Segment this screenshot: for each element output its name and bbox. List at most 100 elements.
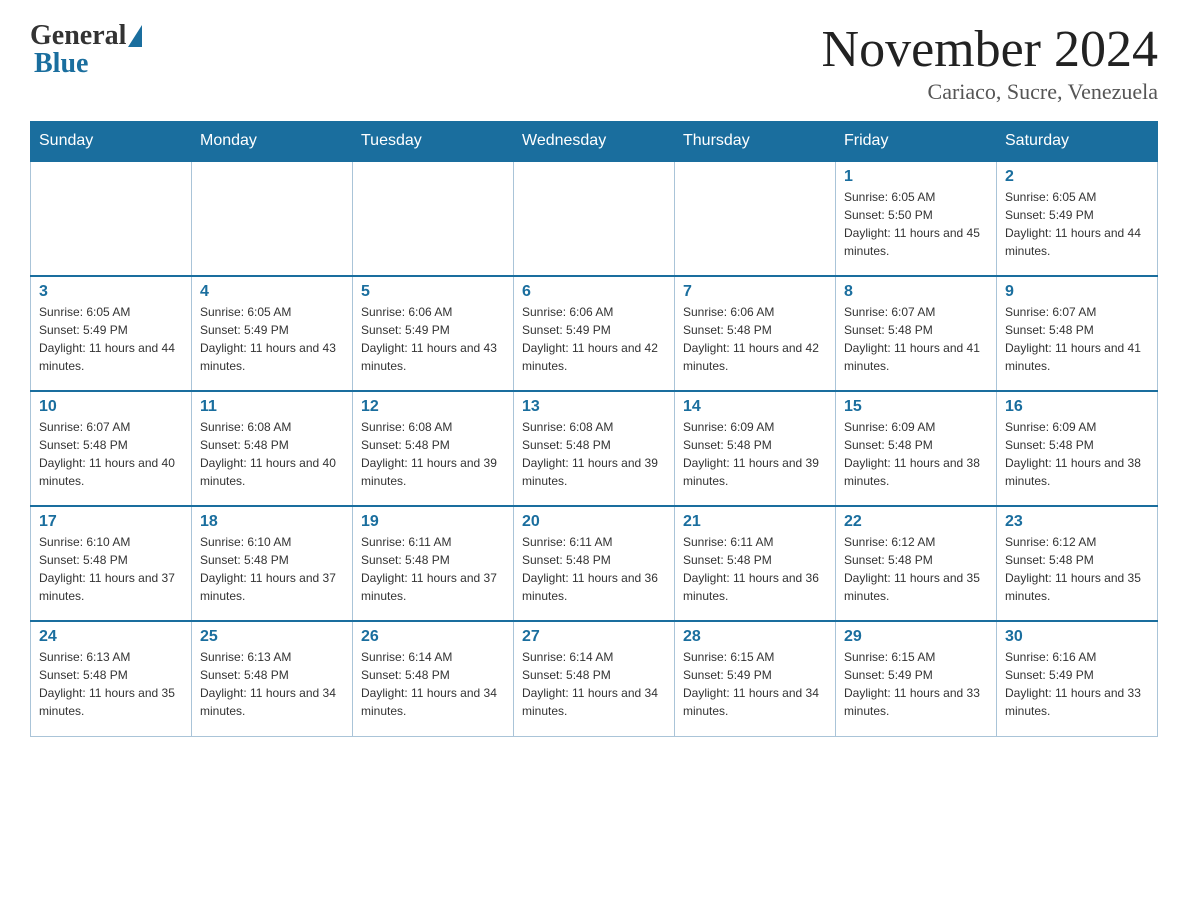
calendar-cell: 15Sunrise: 6:09 AM Sunset: 5:48 PM Dayli…: [836, 391, 997, 506]
day-info: Sunrise: 6:16 AM Sunset: 5:49 PM Dayligh…: [1005, 648, 1149, 720]
day-number: 16: [1005, 398, 1149, 416]
header-day-friday: Friday: [836, 122, 997, 162]
day-info: Sunrise: 6:06 AM Sunset: 5:49 PM Dayligh…: [522, 303, 666, 375]
day-number: 26: [361, 628, 505, 646]
calendar-cell: 7 Sunrise: 6:06 AM Sunset: 5:48 PM Daylig…: [675, 276, 836, 391]
day-info: Sunrise: 6:13 AM Sunset: 5:48 PM Dayligh…: [200, 648, 344, 720]
calendar-cell: [514, 161, 675, 276]
calendar-cell: 23Sunrise: 6:12 AM Sunset: 5:48 PM Dayli…: [997, 506, 1158, 621]
day-number: 7: [683, 283, 827, 301]
day-info: Sunrise: 6:14 AM Sunset: 5:48 PM Dayligh…: [361, 648, 505, 720]
day-number: 4: [200, 283, 344, 301]
day-info: Sunrise: 6:10 AM Sunset: 5:48 PM Dayligh…: [39, 533, 183, 605]
calendar-cell: 19Sunrise: 6:11 AM Sunset: 5:48 PM Dayli…: [353, 506, 514, 621]
calendar-cell: 14 Sunrise: 6:09 AM Sunset: 5:48 PM Dayli…: [675, 391, 836, 506]
day-number: 24: [39, 628, 183, 646]
calendar-cell: 18 Sunrise: 6:10 AM Sunset: 5:48 PM Dayli…: [192, 506, 353, 621]
calendar-table: SundayMondayTuesdayWednesdayThursdayFrid…: [30, 121, 1158, 737]
header-row: SundayMondayTuesdayWednesdayThursdayFrid…: [31, 122, 1158, 162]
week-row-1: 1 Sunrise: 6:05 AM Sunset: 5:50 PM Daylig…: [31, 161, 1158, 276]
header-day-monday: Monday: [192, 122, 353, 162]
calendar-cell: 1 Sunrise: 6:05 AM Sunset: 5:50 PM Daylig…: [836, 161, 997, 276]
day-number: 1: [844, 168, 988, 186]
day-number: 23: [1005, 513, 1149, 531]
day-info: Sunrise: 6:05 AM Sunset: 5:50 PM Dayligh…: [844, 188, 988, 260]
day-number: 29: [844, 628, 988, 646]
week-row-2: 3 Sunrise: 6:05 AM Sunset: 5:49 PM Daylig…: [31, 276, 1158, 391]
calendar-body: 1 Sunrise: 6:05 AM Sunset: 5:50 PM Daylig…: [31, 161, 1158, 736]
week-row-3: 10 Sunrise: 6:07 AM Sunset: 5:48 PM Dayli…: [31, 391, 1158, 506]
day-number: 8: [844, 283, 988, 301]
day-info: Sunrise: 6:15 AM Sunset: 5:49 PM Dayligh…: [683, 648, 827, 720]
day-number: 6: [522, 283, 666, 301]
calendar-header: SundayMondayTuesdayWednesdayThursdayFrid…: [31, 122, 1158, 162]
day-info: Sunrise: 6:07 AM Sunset: 5:48 PM Dayligh…: [1005, 303, 1149, 375]
day-info: Sunrise: 6:07 AM Sunset: 5:48 PM Dayligh…: [39, 418, 183, 490]
day-number: 28: [683, 628, 827, 646]
day-number: 3: [39, 283, 183, 301]
calendar-cell: 28 Sunrise: 6:15 AM Sunset: 5:49 PM Dayli…: [675, 621, 836, 736]
calendar-cell: 30 Sunrise: 6:16 AM Sunset: 5:49 PM Dayli…: [997, 621, 1158, 736]
day-info: Sunrise: 6:15 AM Sunset: 5:49 PM Dayligh…: [844, 648, 988, 720]
day-number: 30: [1005, 628, 1149, 646]
day-info: Sunrise: 6:12 AM Sunset: 5:48 PM Dayligh…: [844, 533, 988, 605]
header-day-wednesday: Wednesday: [514, 122, 675, 162]
week-row-5: 24 Sunrise: 6:13 AM Sunset: 5:48 PM Dayli…: [31, 621, 1158, 736]
header-day-tuesday: Tuesday: [353, 122, 514, 162]
calendar-cell: [31, 161, 192, 276]
calendar-cell: 4Sunrise: 6:05 AM Sunset: 5:49 PM Daylig…: [192, 276, 353, 391]
month-title: November 2024: [822, 20, 1158, 79]
day-info: Sunrise: 6:14 AM Sunset: 5:48 PM Dayligh…: [522, 648, 666, 720]
calendar-cell: 24Sunrise: 6:13 AM Sunset: 5:48 PM Dayli…: [31, 621, 192, 736]
page-header: General Blue November 2024 Cariaco, Sucr…: [30, 20, 1158, 105]
calendar-cell: 21 Sunrise: 6:11 AM Sunset: 5:48 PM Dayli…: [675, 506, 836, 621]
day-number: 14: [683, 398, 827, 416]
location: Cariaco, Sucre, Venezuela: [822, 79, 1158, 105]
day-number: 19: [361, 513, 505, 531]
calendar-cell: 6 Sunrise: 6:06 AM Sunset: 5:49 PM Daylig…: [514, 276, 675, 391]
day-info: Sunrise: 6:09 AM Sunset: 5:48 PM Dayligh…: [683, 418, 827, 490]
day-number: 18: [200, 513, 344, 531]
logo: General Blue: [30, 20, 142, 80]
day-info: Sunrise: 6:08 AM Sunset: 5:48 PM Dayligh…: [522, 418, 666, 490]
header-day-thursday: Thursday: [675, 122, 836, 162]
header-day-saturday: Saturday: [997, 122, 1158, 162]
logo-blue-text: Blue: [30, 48, 88, 80]
calendar-cell: 5 Sunrise: 6:06 AM Sunset: 5:49 PM Daylig…: [353, 276, 514, 391]
calendar-cell: 20 Sunrise: 6:11 AM Sunset: 5:48 PM Dayli…: [514, 506, 675, 621]
day-info: Sunrise: 6:09 AM Sunset: 5:48 PM Dayligh…: [1005, 418, 1149, 490]
calendar-cell: 29 Sunrise: 6:15 AM Sunset: 5:49 PM Dayli…: [836, 621, 997, 736]
day-number: 13: [522, 398, 666, 416]
day-info: Sunrise: 6:07 AM Sunset: 5:48 PM Dayligh…: [844, 303, 988, 375]
calendar-cell: 17 Sunrise: 6:10 AM Sunset: 5:48 PM Dayli…: [31, 506, 192, 621]
day-info: Sunrise: 6:06 AM Sunset: 5:48 PM Dayligh…: [683, 303, 827, 375]
day-number: 10: [39, 398, 183, 416]
day-info: Sunrise: 6:08 AM Sunset: 5:48 PM Dayligh…: [361, 418, 505, 490]
calendar-cell: 22 Sunrise: 6:12 AM Sunset: 5:48 PM Dayli…: [836, 506, 997, 621]
day-info: Sunrise: 6:06 AM Sunset: 5:49 PM Dayligh…: [361, 303, 505, 375]
day-info: Sunrise: 6:10 AM Sunset: 5:48 PM Dayligh…: [200, 533, 344, 605]
week-row-4: 17 Sunrise: 6:10 AM Sunset: 5:48 PM Dayli…: [31, 506, 1158, 621]
day-number: 17: [39, 513, 183, 531]
day-number: 22: [844, 513, 988, 531]
day-number: 5: [361, 283, 505, 301]
day-number: 11: [200, 398, 344, 416]
day-number: 27: [522, 628, 666, 646]
calendar-cell: [192, 161, 353, 276]
header-day-sunday: Sunday: [31, 122, 192, 162]
day-number: 20: [522, 513, 666, 531]
calendar-cell: 25 Sunrise: 6:13 AM Sunset: 5:48 PM Dayli…: [192, 621, 353, 736]
calendar-cell: 16 Sunrise: 6:09 AM Sunset: 5:48 PM Dayli…: [997, 391, 1158, 506]
calendar-cell: [353, 161, 514, 276]
day-info: Sunrise: 6:11 AM Sunset: 5:48 PM Dayligh…: [522, 533, 666, 605]
calendar-cell: 11Sunrise: 6:08 AM Sunset: 5:48 PM Dayli…: [192, 391, 353, 506]
day-info: Sunrise: 6:11 AM Sunset: 5:48 PM Dayligh…: [683, 533, 827, 605]
day-number: 21: [683, 513, 827, 531]
calendar-cell: 8 Sunrise: 6:07 AM Sunset: 5:48 PM Daylig…: [836, 276, 997, 391]
title-area: November 2024 Cariaco, Sucre, Venezuela: [822, 20, 1158, 105]
day-number: 15: [844, 398, 988, 416]
day-number: 25: [200, 628, 344, 646]
calendar-cell: 27 Sunrise: 6:14 AM Sunset: 5:48 PM Dayli…: [514, 621, 675, 736]
calendar-cell: 2Sunrise: 6:05 AM Sunset: 5:49 PM Daylig…: [997, 161, 1158, 276]
day-info: Sunrise: 6:05 AM Sunset: 5:49 PM Dayligh…: [39, 303, 183, 375]
